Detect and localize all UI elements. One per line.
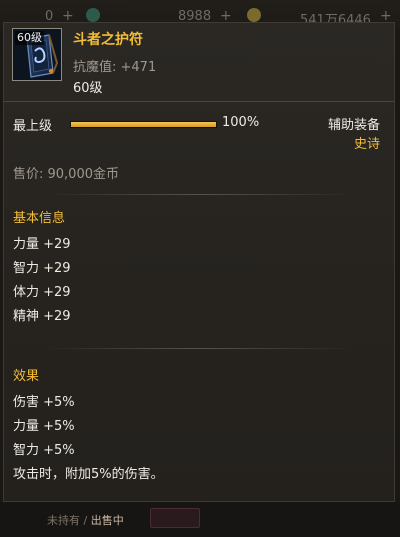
gem-icon (86, 8, 100, 22)
sell-price: 售价: 90,000金币 (13, 167, 119, 182)
magic-resist-stat: 抗魔值: +471 (73, 60, 157, 75)
basic-info-title: 基本信息 (13, 211, 66, 226)
coin-icon (247, 8, 261, 22)
item-tooltip: 60级 斗者之护符 抗魔值: +471 60级 最上级 100% 辅助装备 史诗… (3, 22, 395, 502)
effect-row: 智力 +5% (13, 443, 75, 458)
divider (4, 101, 394, 102)
item-type: 辅助装备 (327, 118, 380, 133)
market-footer: 未持有 / 出售中 (0, 502, 400, 537)
basic-stat-row: 体力 +29 (13, 285, 71, 300)
effect-row: 攻击时，附加5%的伤害。 (13, 467, 164, 482)
effects-title: 效果 (13, 369, 40, 384)
basic-stat-row: 力量 +29 (13, 237, 71, 252)
not-owned-label: 未持有 (47, 514, 80, 527)
upgrade-label: 最上级 (13, 119, 53, 134)
status-separator: / (80, 514, 91, 527)
upgrade-percent: 100% (222, 115, 260, 130)
upgrade-progress-fill (71, 122, 216, 127)
required-level: 60级 (73, 81, 103, 96)
basic-stat-row: 精神 +29 (13, 309, 71, 324)
divider (44, 348, 354, 349)
ownership-status: 未持有 / 出售中 (47, 512, 124, 528)
effect-row: 伤害 +5% (13, 395, 75, 410)
effect-row: 力量 +5% (13, 419, 75, 434)
item-level-badge: 60级 (15, 31, 44, 45)
item-name: 斗者之护符 (73, 32, 143, 48)
on-sale-label[interactable]: 出售中 (91, 514, 124, 527)
item-icon: 60级 (12, 28, 62, 81)
upgrade-progress-bar (70, 121, 217, 128)
basic-stat-row: 智力 +29 (13, 261, 71, 276)
item-rarity: 史诗 (353, 137, 380, 152)
divider (44, 194, 354, 195)
market-button[interactable] (150, 508, 200, 528)
